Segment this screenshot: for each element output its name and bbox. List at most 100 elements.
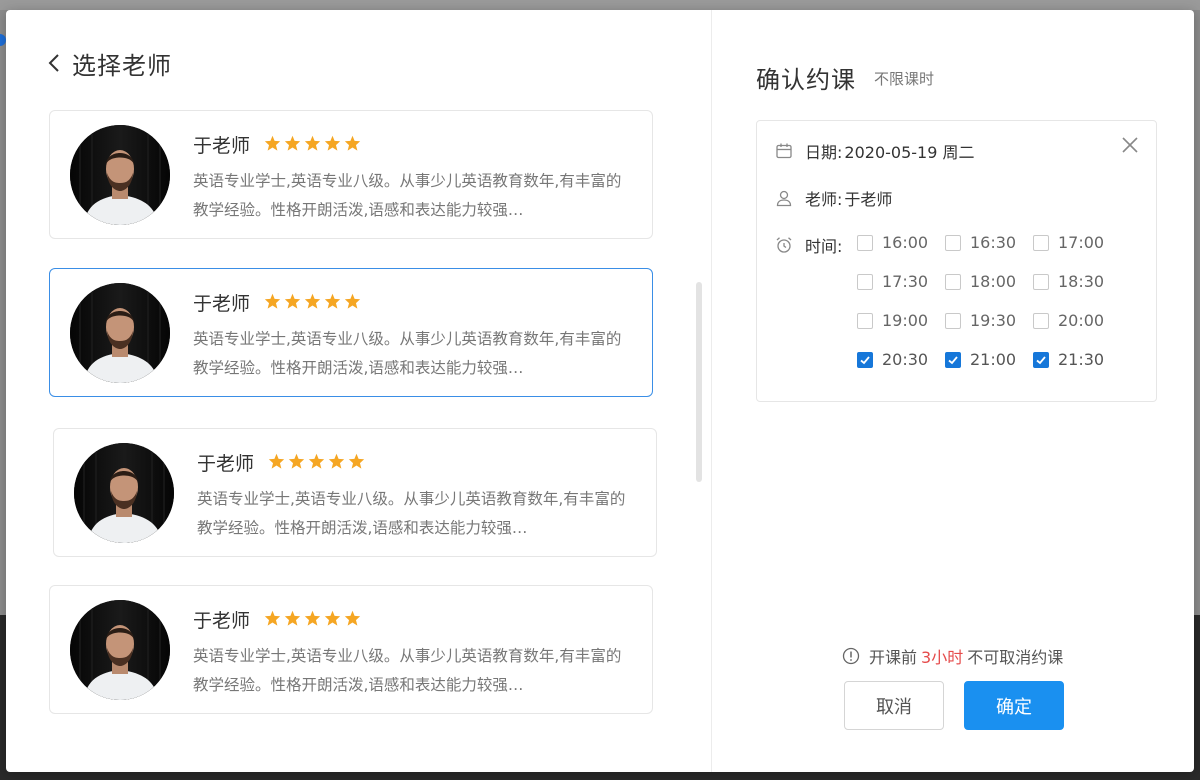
date-row: 日期: 2020-05-19 周二 <box>775 139 974 163</box>
teacher-card[interactable]: 于老师 英语专业学士,英语专业八级。从事少儿英语教育数年,有丰富的教学经验。性格… <box>49 268 653 397</box>
star-icon <box>308 453 325 469</box>
star-icon <box>304 135 321 151</box>
avatar <box>74 443 174 543</box>
confirm-button[interactable]: 确定 <box>964 681 1064 730</box>
cancel-notice: 开课前 3小时 不可取消约课 <box>842 644 1063 668</box>
star-icon <box>324 610 341 626</box>
star-icon <box>288 453 305 469</box>
star-icon <box>324 293 341 309</box>
notice-highlight: 3小时 <box>921 648 964 667</box>
avatar <box>70 125 170 225</box>
time-label: 时间: <box>805 237 843 256</box>
time-checkbox[interactable] <box>1033 234 1049 251</box>
time-slot[interactable]: 19:30 <box>945 311 1016 330</box>
scrollbar[interactable] <box>696 282 702 482</box>
time-slot[interactable]: 20:30 <box>857 350 928 369</box>
teacher-desc: 英语专业学士,英语专业八级。从事少儿英语教育数年,有丰富的教学经验。性格开朗活泼… <box>193 647 622 694</box>
rating-stars <box>268 453 365 469</box>
time-checkbox[interactable] <box>857 312 873 329</box>
time-slot[interactable]: 17:30 <box>857 272 928 291</box>
time-slot-label: 19:30 <box>970 311 1017 330</box>
teacher-card[interactable]: 于老师 英语专业学士,英语专业八级。从事少儿英语教育数年,有丰富的教学经验。性格… <box>49 585 653 714</box>
time-slot[interactable]: 18:30 <box>1033 272 1104 291</box>
teacher-card[interactable]: 于老师 英语专业学士,英语专业八级。从事少儿英语教育数年,有丰富的教学经验。性格… <box>49 110 653 239</box>
time-slot-label: 20:00 <box>1058 311 1105 330</box>
star-icon <box>324 135 341 151</box>
star-icon <box>344 293 361 309</box>
time-slot-label: 20:30 <box>882 350 929 369</box>
time-slot[interactable]: 16:30 <box>945 233 1016 252</box>
time-slot[interactable]: 16:00 <box>857 233 928 252</box>
confirm-pane: 确认约课 不限课时 日期: 2020-05-19 周二 老师: 于老师 时间: … <box>712 10 1194 772</box>
star-icon <box>264 610 281 626</box>
time-checkbox[interactable] <box>857 234 873 251</box>
time-slot-label: 21:30 <box>1058 350 1105 369</box>
time-slot[interactable]: 19:00 <box>857 311 928 330</box>
star-icon <box>264 135 281 151</box>
backdrop-top-bar <box>0 0 1200 10</box>
teacher-desc: 英语专业学士,英语专业八级。从事少儿英语教育数年,有丰富的教学经验。性格开朗活泼… <box>193 172 622 219</box>
star-icon <box>304 293 321 309</box>
time-slot-label: 18:30 <box>1058 272 1105 291</box>
time-slot-label: 17:00 <box>1058 233 1105 252</box>
alarm-clock-icon <box>775 236 793 254</box>
calendar-icon <box>775 142 793 160</box>
date-value: 2020-05-19 周二 <box>844 143 975 162</box>
time-checkbox[interactable] <box>857 351 873 368</box>
star-icon <box>284 135 301 151</box>
time-checkbox[interactable] <box>945 312 961 329</box>
time-slot[interactable]: 18:00 <box>945 272 1016 291</box>
time-slot-label: 17:30 <box>882 272 929 291</box>
teacher-value: 于老师 <box>844 190 893 209</box>
star-icon <box>328 453 345 469</box>
avatar <box>70 283 170 383</box>
time-slot-label: 18:00 <box>970 272 1017 291</box>
time-slot-label: 16:30 <box>970 233 1017 252</box>
time-checkbox[interactable] <box>945 273 961 290</box>
rating-stars <box>264 293 361 309</box>
date-label: 日期: <box>805 143 843 162</box>
booking-modal: 选择老师 于老师 英语专业学士,英语专业八级。从事少儿英语教育数年,有丰富的教学… <box>6 10 1194 772</box>
teacher-name: 于老师 <box>197 453 255 475</box>
notice-prefix: 开课前 <box>869 648 918 667</box>
info-circle-icon <box>842 647 860 665</box>
star-icon <box>344 610 361 626</box>
cancel-button[interactable]: 取消 <box>844 681 944 730</box>
user-icon <box>775 189 793 207</box>
confirm-subtitle: 不限课时 <box>874 70 935 88</box>
teacher-name: 于老师 <box>193 293 251 315</box>
time-checkbox[interactable] <box>1033 312 1049 329</box>
time-checkbox[interactable] <box>1033 351 1049 368</box>
time-slot-label: 16:00 <box>882 233 929 252</box>
teacher-name: 于老师 <box>193 135 251 157</box>
time-slot[interactable]: 21:30 <box>1033 350 1104 369</box>
star-icon <box>284 293 301 309</box>
chevron-left-icon[interactable] <box>46 52 64 74</box>
teacher-name: 于老师 <box>193 610 251 632</box>
time-checkbox[interactable] <box>857 273 873 290</box>
teacher-select-pane: 选择老师 于老师 英语专业学士,英语专业八级。从事少儿英语教育数年,有丰富的教学… <box>6 10 711 772</box>
time-checkbox[interactable] <box>945 351 961 368</box>
avatar <box>70 600 170 700</box>
star-icon <box>268 453 285 469</box>
time-checkbox[interactable] <box>1033 273 1049 290</box>
teacher-label: 老师: <box>805 190 843 209</box>
time-slot[interactable]: 17:00 <box>1033 233 1104 252</box>
teacher-card[interactable]: 于老师 英语专业学士,英语专业八级。从事少儿英语教育数年,有丰富的教学经验。性格… <box>53 428 657 557</box>
back-header[interactable]: 选择老师 <box>46 48 172 80</box>
time-slot-label: 19:00 <box>882 311 929 330</box>
confirm-title: 确认约课 <box>756 66 856 94</box>
teacher-desc: 英语专业学士,英语专业八级。从事少儿英语教育数年,有丰富的教学经验。性格开朗活泼… <box>193 330 622 377</box>
page-title: 选择老师 <box>72 51 172 80</box>
time-row: 时间: <box>775 233 842 257</box>
teacher-desc: 英语专业学士,英语专业八级。从事少儿英语教育数年,有丰富的教学经验。性格开朗活泼… <box>197 490 626 537</box>
time-slot[interactable]: 21:00 <box>945 350 1016 369</box>
rating-stars <box>264 610 361 626</box>
time-slot[interactable]: 20:00 <box>1033 311 1104 330</box>
time-checkbox[interactable] <box>945 234 961 251</box>
time-slot-label: 21:00 <box>970 350 1017 369</box>
star-icon <box>348 453 365 469</box>
rating-stars <box>264 135 361 151</box>
close-icon[interactable] <box>1120 135 1140 155</box>
booking-info-box: 日期: 2020-05-19 周二 老师: 于老师 时间: 16:00 16:3… <box>756 120 1157 402</box>
